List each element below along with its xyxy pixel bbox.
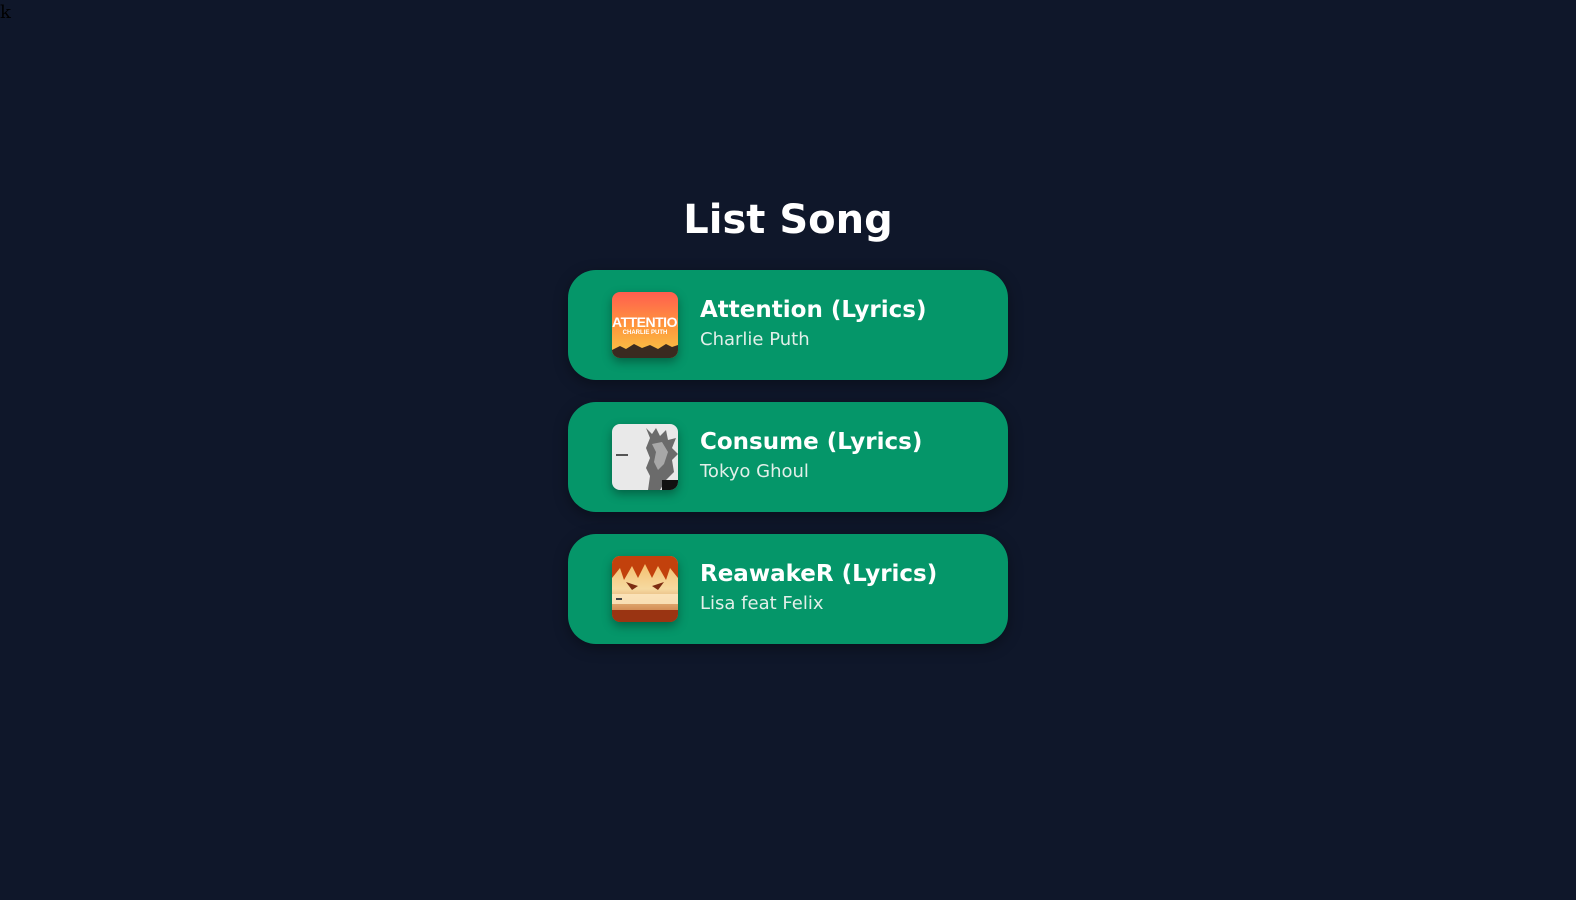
song-title: Consume (Lyrics) bbox=[700, 429, 923, 455]
song-card-consume[interactable]: Consume (Lyrics) Tokyo Ghoul bbox=[568, 402, 1008, 512]
song-title: Attention (Lyrics) bbox=[700, 297, 927, 323]
album-cover-image: ATTENTION CHARLIE PUTH bbox=[612, 292, 678, 358]
song-meta: ReawakeR (Lyrics) Lisa feat Felix bbox=[700, 559, 937, 619]
album-cover-image bbox=[612, 556, 678, 622]
song-artist: Lisa feat Felix bbox=[700, 593, 824, 614]
song-artist: Tokyo Ghoul bbox=[700, 461, 809, 482]
song-card-reawaker[interactable]: ReawakeR (Lyrics) Lisa feat Felix bbox=[568, 534, 1008, 644]
album-cover-image bbox=[612, 424, 678, 490]
song-meta: Consume (Lyrics) Tokyo Ghoul bbox=[700, 427, 922, 487]
song-list: ATTENTION CHARLIE PUTH Attention (Lyrics… bbox=[568, 270, 1008, 666]
cover-title-text: ATTENTION bbox=[612, 314, 678, 330]
stray-text: k bbox=[0, 2, 11, 23]
song-title: ReawakeR (Lyrics) bbox=[700, 561, 938, 587]
song-card-attention[interactable]: ATTENTION CHARLIE PUTH Attention (Lyrics… bbox=[568, 270, 1008, 380]
song-meta: Attention (Lyrics) Charlie Puth bbox=[700, 295, 927, 355]
cover-subtitle-text: CHARLIE PUTH bbox=[622, 330, 668, 336]
page-title: List Song bbox=[683, 197, 893, 243]
song-artist: Charlie Puth bbox=[700, 329, 810, 350]
